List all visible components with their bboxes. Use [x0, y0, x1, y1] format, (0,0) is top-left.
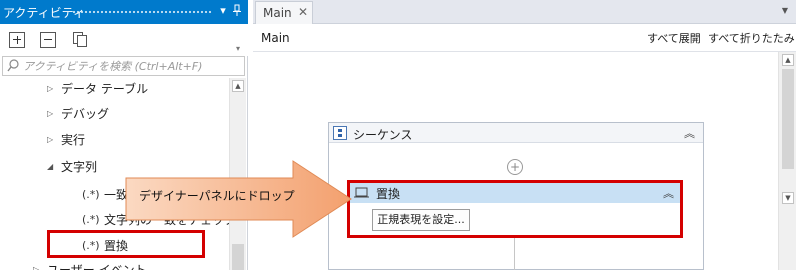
- scroll-thumb[interactable]: [232, 244, 244, 270]
- tab-menu-chevron-icon[interactable]: ▼: [782, 6, 788, 15]
- expand-arrow-icon[interactable]: ▷: [47, 78, 57, 100]
- expand-all-link[interactable]: すべて展開: [647, 30, 701, 46]
- chevron-down-icon[interactable]: ▾: [217, 4, 229, 18]
- expand-arrow-icon[interactable]: ▷: [33, 259, 43, 270]
- regex-icon: (.*): [82, 213, 100, 226]
- replace-activity-header[interactable]: 置換 ︽: [350, 183, 680, 203]
- replace-label: 置換: [376, 187, 401, 201]
- designer-header: Main すべて展開 すべて折りたたみ: [253, 24, 796, 52]
- activity-search[interactable]: [2, 56, 245, 76]
- tree-item-label: ユーザー イベント: [47, 263, 147, 270]
- replace-activity[interactable]: 置換 ︽ 正規表現を設定...: [347, 180, 683, 238]
- copy-documents-icon[interactable]: [73, 32, 89, 48]
- configure-regex-button[interactable]: 正規表現を設定...: [372, 209, 470, 231]
- activities-title-bar: アクティビティ ▾: [0, 0, 248, 24]
- sequence-icon: [333, 126, 347, 140]
- add-activity-icon[interactable]: +: [507, 159, 523, 175]
- expand-all-icon[interactable]: [9, 32, 25, 48]
- tree-item-label: 実行: [61, 133, 86, 147]
- designer-tabstrip: Main ✕ ▼: [253, 0, 796, 24]
- replace-icon: [354, 185, 370, 202]
- sequence-header[interactable]: シーケンス ︽: [329, 123, 703, 143]
- tab-label: Main: [263, 6, 292, 20]
- scroll-down-icon[interactable]: ▼: [782, 192, 794, 204]
- regex-icon: (.*): [82, 188, 100, 201]
- collapse-arrow-icon[interactable]: ◢: [47, 156, 57, 178]
- drop-callout-arrow: デザイナーパネルにドロップ: [125, 160, 353, 238]
- expand-arrow-icon[interactable]: ▷: [47, 103, 57, 125]
- expand-arrow-icon[interactable]: ▷: [47, 129, 57, 151]
- search-input[interactable]: [23, 58, 243, 74]
- collapse-chevron-icon[interactable]: ︽: [684, 125, 695, 141]
- activities-toolbar: [0, 24, 248, 56]
- tree-item-label: 文字列: [61, 160, 98, 174]
- collapse-all-icon[interactable]: [40, 32, 56, 48]
- designer-scrollbar[interactable]: ▲ ▼: [778, 52, 796, 270]
- scroll-up-icon[interactable]: ▲: [232, 80, 244, 92]
- toolbar-overflow-icon[interactable]: ▾: [236, 44, 240, 53]
- pin-icon[interactable]: [231, 4, 243, 18]
- grip-dots[interactable]: [72, 10, 212, 15]
- scroll-up-icon[interactable]: ▲: [782, 54, 794, 66]
- sequence-label: シーケンス: [353, 128, 413, 142]
- tab-main[interactable]: Main ✕: [255, 1, 313, 24]
- callout-text: デザイナーパネルにドロップ: [139, 189, 295, 203]
- collapse-all-link[interactable]: すべて折りたたみ: [708, 30, 795, 46]
- scroll-thumb[interactable]: [782, 69, 794, 169]
- tree-item-label: データ テーブル: [61, 82, 149, 96]
- collapse-chevron-icon[interactable]: ︽: [663, 185, 674, 201]
- tree-item-label: デバッグ: [61, 107, 110, 121]
- breadcrumb[interactable]: Main: [261, 31, 290, 45]
- search-icon: [7, 59, 19, 73]
- sequence-connector-line: [514, 238, 515, 270]
- close-icon[interactable]: ✕: [298, 5, 308, 19]
